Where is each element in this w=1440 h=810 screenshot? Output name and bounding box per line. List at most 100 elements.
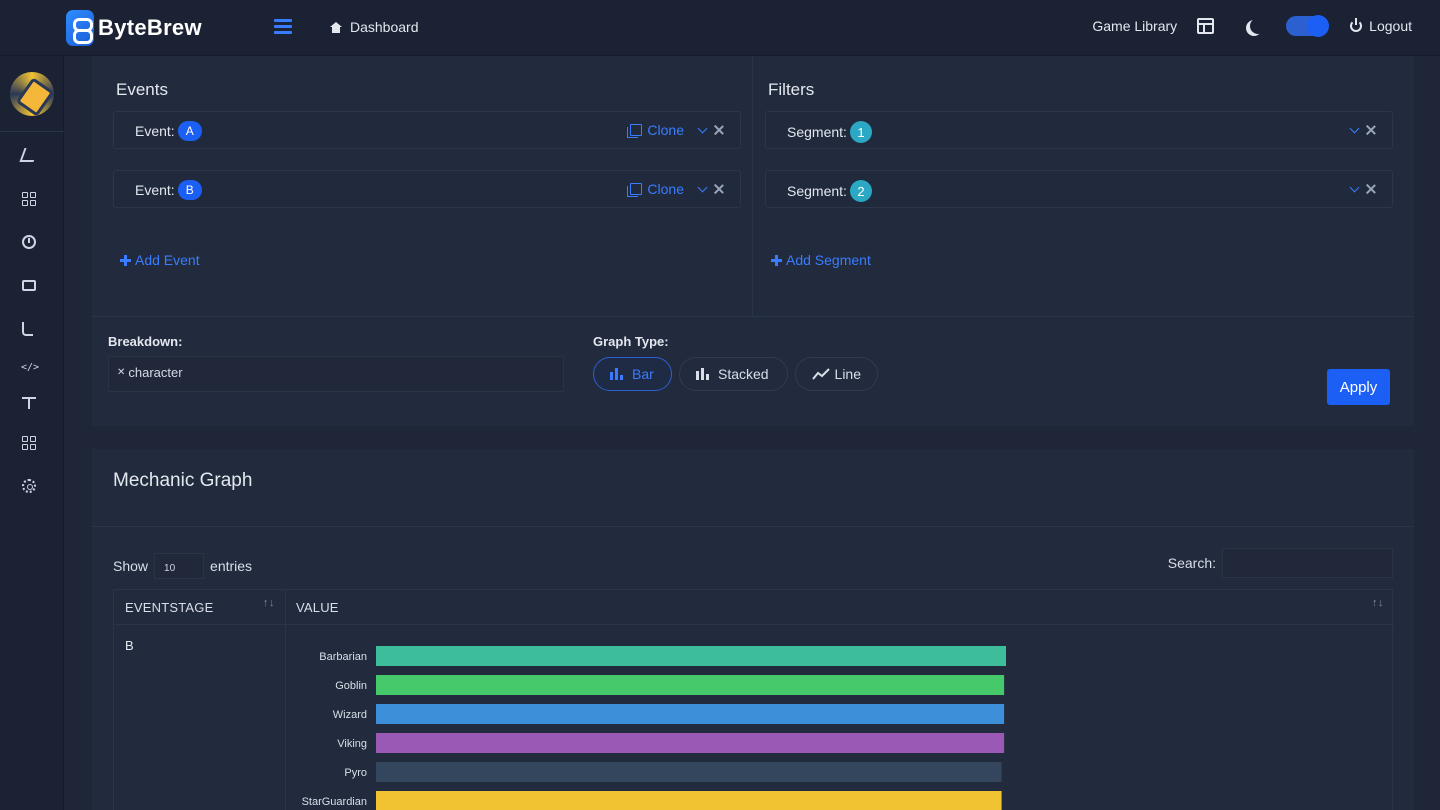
graph-type-label: Graph Type: (593, 334, 669, 349)
game-library-link[interactable]: Game Library (1092, 18, 1177, 34)
event-row-b[interactable]: Event: B Clone (113, 170, 741, 208)
logout-label: Logout (1369, 18, 1412, 34)
column-header-label: VALUE (296, 600, 339, 615)
show-entries: Show 10 entries (113, 553, 252, 579)
column-header-eventstage[interactable]: EVENTSTAGE (114, 590, 285, 624)
graph-divider (92, 526, 1414, 527)
branch-icon[interactable] (22, 322, 33, 336)
sort-icon[interactable] (1372, 597, 1384, 611)
add-segment-button[interactable]: Add Segment (771, 252, 871, 268)
theme-toggle[interactable] (1286, 15, 1330, 37)
search-input[interactable] (1222, 548, 1393, 578)
apps-icon[interactable] (22, 436, 36, 450)
breakdown-tag: ✕ character (117, 365, 183, 380)
power-icon (1350, 18, 1363, 32)
clone-button[interactable]: Clone (627, 181, 684, 197)
event-label: Event: (135, 182, 175, 198)
event-label: Event: (135, 123, 175, 139)
dashboard-label: Dashboard (350, 19, 419, 35)
segment-badge-1: 1 (849, 121, 872, 143)
event-badge-b: B (177, 180, 202, 200)
close-icon[interactable] (1365, 183, 1376, 194)
search-label: Search: (1167, 555, 1216, 571)
brand-logo[interactable]: ByteBrew (66, 10, 202, 46)
chevron-down-icon[interactable] (697, 182, 708, 193)
sort-icon[interactable] (263, 597, 275, 611)
event-row-label: Event: B (135, 180, 202, 200)
graph-type-bar-button[interactable]: Bar (593, 357, 672, 391)
add-event-button[interactable]: Add Event (120, 252, 200, 268)
breakdown-tag-label: character (128, 365, 183, 380)
bar-viking[interactable] (376, 733, 1005, 753)
event-row-label: Event: A (135, 121, 202, 141)
game-avatar[interactable] (10, 72, 54, 116)
layout-icon[interactable] (1197, 18, 1215, 34)
breakdown-input[interactable]: ✕ character (108, 356, 564, 392)
logout-button[interactable]: Logout (1350, 18, 1412, 34)
chevron-down-icon[interactable] (1349, 182, 1360, 193)
bar-label-goblin: Goblin (335, 680, 367, 692)
graph-title: Mechanic Graph (113, 470, 253, 491)
clone-label: Clone (647, 122, 684, 138)
clone-button[interactable]: Clone (627, 122, 684, 138)
segment-row-label: Segment: 2 (787, 180, 872, 202)
line-chart-icon (812, 368, 830, 380)
remove-tag-icon[interactable]: ✕ (117, 367, 125, 378)
segment-label: Segment: (787, 183, 847, 199)
stacked-chart-icon (696, 368, 710, 380)
bar-goblin[interactable] (376, 675, 1005, 695)
breakdown-bar: Breakdown: ✕ character Graph Type: Bar S… (92, 316, 1414, 426)
events-section: Events Event: A Clone Event: B Clone Add… (92, 56, 752, 316)
bar-starguardian[interactable] (376, 791, 1002, 810)
bar-label-starguardian: StarGuardian (302, 796, 367, 808)
segment-badge-2: 2 (849, 180, 872, 202)
segment-row-2[interactable]: Segment: 2 (765, 170, 1393, 208)
add-event-label: Add Event (135, 252, 200, 268)
top-right-actions: Game Library Logout (1092, 15, 1412, 37)
graph-type-line-button[interactable]: Line (795, 357, 878, 391)
menu-icon[interactable] (274, 19, 292, 35)
code-icon[interactable]: </> (21, 362, 39, 376)
brand-name: ByteBrew (98, 15, 202, 40)
column-header-value[interactable]: VALUE (285, 590, 1394, 624)
breakdown-label: Breakdown: (108, 334, 183, 349)
bar-pyro[interactable] (376, 762, 1002, 782)
apply-button[interactable]: Apply (1327, 369, 1390, 405)
segment-label: Segment: (787, 124, 847, 140)
mechanic-graph-panel: Mechanic Graph Show 10 entries Search: E… (92, 449, 1414, 810)
data-table: EVENTSTAGE VALUE B Barbarian Goblin Wizard… (113, 589, 1394, 810)
clock-icon[interactable] (22, 235, 36, 249)
table-row-eventstage: B (125, 638, 134, 653)
graph-type-stacked-button[interactable]: Stacked (679, 357, 788, 391)
filters-title: Filters (768, 80, 815, 99)
close-icon[interactable] (713, 124, 724, 135)
scale-icon[interactable] (22, 397, 36, 409)
top-bar: ByteBrew Dashboard Game Library Logout (0, 0, 1440, 56)
bolt-icon[interactable] (19, 148, 39, 162)
bar-label-pyro: Pyro (344, 767, 367, 779)
chevron-down-icon[interactable] (697, 123, 708, 134)
filters-section: Filters Segment: 1 Segment: 2 Add Segmen… (752, 56, 1414, 316)
home-icon (330, 21, 342, 33)
segment-row-label: Segment: 1 (787, 121, 872, 143)
bar-label-wizard: Wizard (333, 709, 367, 721)
plus-icon (771, 254, 782, 266)
chevron-down-icon[interactable] (1349, 123, 1360, 134)
entries-select[interactable]: 10 (154, 553, 205, 579)
column-header-label: EVENTSTAGE (125, 600, 214, 615)
dashboard-link[interactable]: Dashboard (330, 19, 419, 35)
bar-wizard[interactable] (376, 704, 1005, 724)
bar-barbarian[interactable] (376, 646, 1006, 666)
moon-icon[interactable] (1250, 18, 1266, 34)
gear-icon[interactable] (22, 479, 36, 493)
show-label: Show (113, 558, 149, 574)
folder-icon[interactable] (22, 280, 36, 291)
event-row-a[interactable]: Event: A Clone (113, 111, 741, 149)
value-bar-chart: Barbarian Goblin Wizard Viking Pyro StarGuard… (302, 646, 1006, 810)
grid-icon[interactable] (22, 192, 36, 206)
close-icon[interactable] (713, 183, 724, 194)
bar-label-viking: Viking (337, 738, 367, 750)
close-icon[interactable] (1365, 124, 1376, 135)
segment-row-1[interactable]: Segment: 1 (765, 111, 1393, 149)
graph-type-line-label: Line (834, 366, 861, 382)
